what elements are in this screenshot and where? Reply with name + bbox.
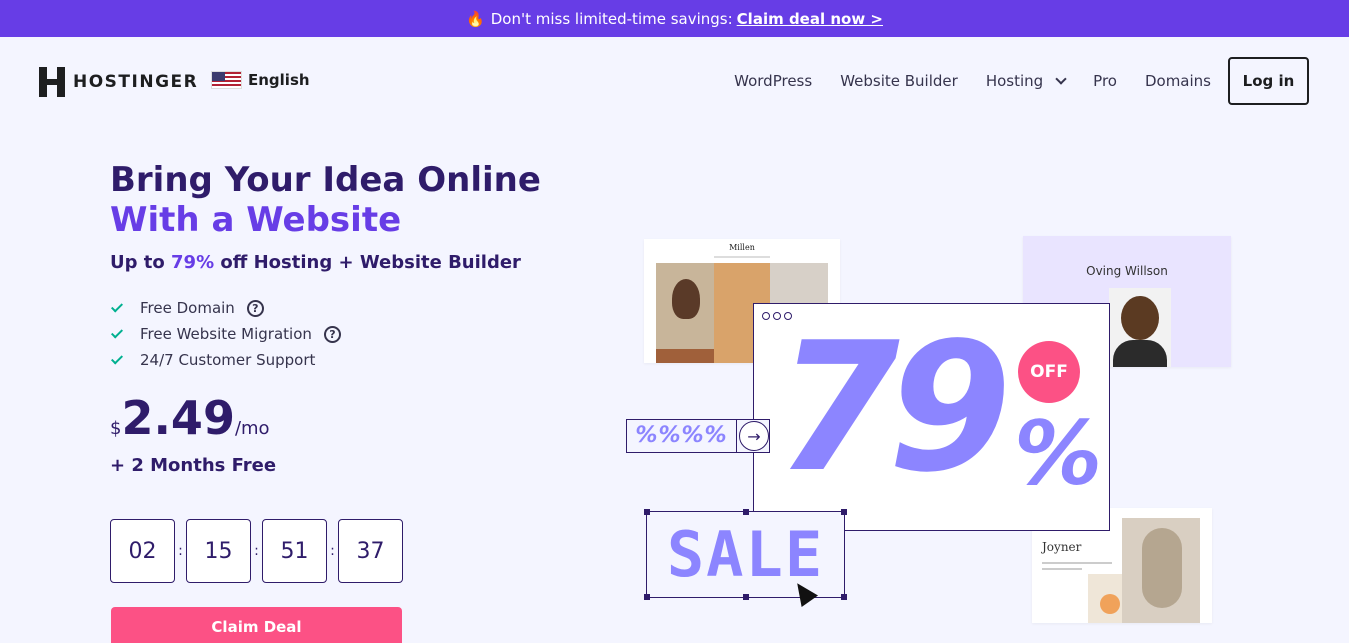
- hostinger-logo[interactable]: HOSTINGER: [39, 67, 198, 97]
- photo-melon: [1100, 594, 1120, 614]
- nav-item-pro[interactable]: Pro: [1093, 72, 1117, 90]
- check-icon: [110, 327, 124, 341]
- language-selector[interactable]: English: [211, 71, 310, 89]
- nav-item-website-builder[interactable]: Website Builder: [840, 72, 958, 90]
- big-discount-number: 79: [776, 304, 1012, 511]
- claim-deal-button[interactable]: Claim Deal: [111, 607, 402, 643]
- feature-list: Free Domain ? Free Website Migration ? 2…: [110, 295, 550, 373]
- help-icon[interactable]: ?: [246, 299, 264, 317]
- price: $ 2.49 /mo: [110, 391, 550, 445]
- claim-deal-link[interactable]: Claim deal now >: [737, 10, 883, 28]
- top-navigation: HOSTINGER English WordPress Website Buil…: [0, 37, 1349, 125]
- subtitle-pre: Up to: [110, 252, 172, 273]
- resize-handle: [644, 594, 650, 600]
- subtitle-post: off Hosting + Website Builder: [214, 252, 521, 273]
- feature-label: 24/7 Customer Support: [140, 351, 316, 369]
- feature-label: Free Domain: [140, 299, 235, 317]
- price-period: /mo: [234, 418, 270, 439]
- percent-tag: %%%% →: [626, 419, 770, 453]
- feature-item: Free Domain ?: [110, 295, 550, 321]
- flame-icon: 🔥: [466, 9, 485, 28]
- countdown-timer: 02 : 15 : 51 : 37: [110, 519, 403, 583]
- resize-handle: [841, 594, 847, 600]
- promo-bar: 🔥 Don't miss limited-time savings: Claim…: [0, 0, 1349, 37]
- hero-subtitle: Up to 79% off Hosting + Website Builder: [110, 252, 550, 273]
- hero-section: Bring Your Idea Online With a Website Up…: [110, 160, 550, 476]
- percent-tag-text: %%%%: [627, 420, 737, 452]
- hostinger-logo-icon: [39, 67, 65, 97]
- resize-handle: [743, 509, 749, 515]
- arrow-right-icon: →: [739, 421, 769, 451]
- nav-item-domains[interactable]: Domains: [1145, 72, 1211, 90]
- feature-item: Free Website Migration ?: [110, 321, 550, 347]
- template-nav-line: [714, 256, 770, 258]
- countdown-separator: :: [330, 543, 335, 559]
- hero-title-line1: Bring Your Idea Online: [110, 160, 541, 200]
- feature-item: 24/7 Customer Support: [110, 347, 550, 373]
- countdown-seconds: 37: [338, 519, 403, 583]
- resize-handle: [644, 509, 650, 515]
- main-menu: WordPress Website Builder Hosting Pro Do…: [734, 72, 1211, 90]
- us-flag-icon: [211, 71, 242, 89]
- check-icon: [110, 353, 124, 367]
- promo-text: Don't miss limited-time savings:: [490, 9, 733, 28]
- nav-item-hosting[interactable]: Hosting: [985, 72, 1067, 90]
- photo-vase-shape: [1142, 528, 1182, 608]
- template-title: Joyner: [1042, 540, 1082, 554]
- resize-handle: [841, 509, 847, 515]
- discount-percent: 79%: [171, 252, 215, 273]
- template-title: Oving Willson: [1086, 264, 1168, 278]
- template-title: Millen: [729, 243, 755, 252]
- bonus-months: + 2 Months Free: [110, 455, 277, 476]
- countdown-minutes: 51: [262, 519, 327, 583]
- sale-box: SALE: [644, 509, 847, 600]
- check-icon: [110, 301, 124, 315]
- sale-window: 79 % OFF: [753, 303, 1110, 531]
- big-percent-sign: %: [1014, 402, 1103, 505]
- chevron-down-icon: [1055, 73, 1067, 85]
- photo-man-face: [1121, 296, 1159, 340]
- template-text-line: [1042, 562, 1112, 564]
- logo-text: HOSTINGER: [73, 72, 199, 92]
- resize-handle: [743, 594, 749, 600]
- photo-man-shirt: [1113, 340, 1167, 367]
- countdown-days: 02: [110, 519, 175, 583]
- countdown-separator: :: [254, 543, 259, 559]
- hero-title-line2: With a Website: [110, 200, 402, 240]
- login-button[interactable]: Log in: [1228, 57, 1309, 105]
- photo-face: [672, 279, 700, 319]
- price-amount: 2.49: [121, 391, 235, 445]
- nav-item-hosting-label: Hosting: [985, 72, 1044, 90]
- countdown-separator: :: [178, 543, 183, 559]
- off-badge: OFF: [1018, 341, 1080, 403]
- price-currency: $: [110, 418, 122, 439]
- nav-item-wordpress[interactable]: WordPress: [734, 72, 812, 90]
- photo-strip: [656, 349, 714, 363]
- help-icon[interactable]: ?: [323, 325, 341, 343]
- language-label: English: [248, 71, 310, 89]
- template-text-line: [1042, 568, 1082, 570]
- countdown-hours: 15: [186, 519, 251, 583]
- feature-label: Free Website Migration: [140, 325, 312, 343]
